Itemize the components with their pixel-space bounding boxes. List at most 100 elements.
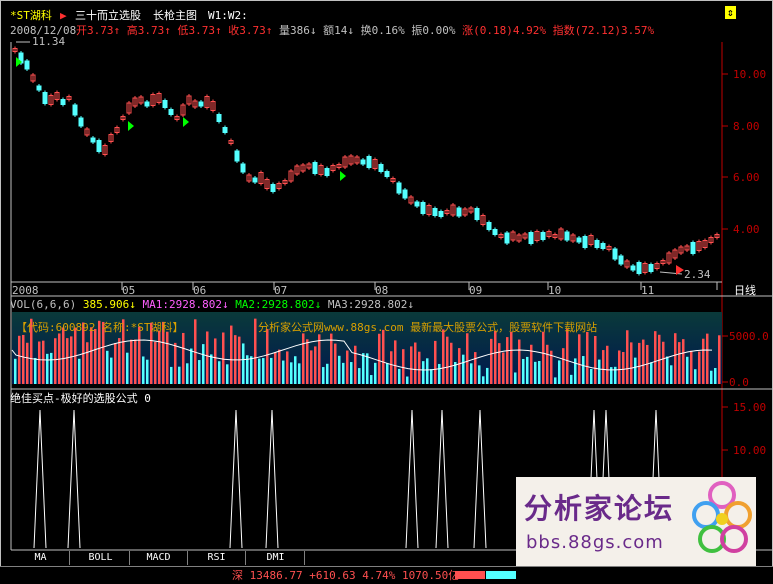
volume-bar — [70, 336, 73, 384]
volume-bar — [262, 358, 265, 384]
volume-bar — [626, 330, 629, 384]
candle — [612, 248, 618, 260]
volume-bar — [586, 331, 589, 384]
volume-bar — [42, 340, 45, 384]
volume-bar — [394, 340, 397, 384]
volume-bar — [370, 375, 373, 384]
volume-bar — [546, 344, 549, 384]
price-tick-3: 4.00 — [733, 223, 760, 236]
volume-bar — [386, 363, 389, 384]
period-label[interactable]: 日线 — [734, 284, 756, 297]
logo-url: bbs.88gs.com — [526, 532, 664, 553]
tab-rsi[interactable]: RSI — [188, 551, 246, 565]
candle — [144, 101, 150, 107]
candle — [312, 162, 318, 174]
volume-bar — [202, 344, 205, 384]
volume-bar — [590, 369, 593, 384]
volume-bar — [218, 361, 221, 384]
candle — [630, 265, 636, 271]
status-bar-red — [455, 571, 485, 579]
volume-bar — [374, 362, 377, 384]
volume-bar — [714, 368, 717, 384]
volume-bar — [190, 348, 193, 384]
volume-bar — [26, 342, 29, 384]
volume-bar — [670, 365, 673, 384]
candle — [576, 237, 582, 243]
volume-bar — [470, 363, 473, 384]
candle — [636, 262, 642, 274]
tab-boll[interactable]: BOLL — [72, 551, 130, 565]
price-tick-0: 10.00 — [733, 68, 767, 81]
volume-bar — [294, 356, 297, 384]
volume-bar — [158, 330, 161, 384]
candle — [168, 109, 174, 115]
volume-bar — [494, 330, 497, 384]
candle — [198, 101, 204, 107]
volume-bar — [466, 333, 469, 384]
volume-bar — [506, 337, 509, 384]
volume-bar — [638, 342, 641, 384]
tab-dmi[interactable]: DMI — [247, 551, 305, 565]
volume-bar — [118, 338, 121, 384]
volume-bar — [286, 351, 289, 384]
volume-bar — [254, 318, 257, 384]
candle — [648, 264, 654, 272]
volume-bar — [290, 362, 293, 384]
candle — [222, 127, 228, 133]
candle — [36, 85, 42, 91]
volume-bar — [446, 336, 449, 384]
candle — [162, 100, 168, 108]
volume-bar — [414, 342, 417, 384]
volume-bar — [498, 343, 501, 384]
volume-bar — [90, 327, 93, 384]
candle — [396, 182, 402, 194]
volume-bar — [166, 331, 169, 384]
candle — [492, 229, 498, 235]
volume-bar — [366, 353, 369, 384]
candle — [234, 150, 240, 162]
volume-bar — [566, 328, 569, 384]
volume-bar — [314, 346, 317, 384]
candle — [432, 208, 438, 216]
volume-bar — [582, 356, 585, 384]
volume-bar — [510, 331, 513, 384]
candle — [78, 117, 84, 127]
volume-tick-0: 5000.0 — [729, 330, 769, 343]
candle — [540, 232, 546, 240]
buy-arrow-icon-1 — [128, 121, 134, 131]
candle — [384, 171, 390, 177]
volume-bar — [558, 360, 561, 384]
candle — [378, 164, 384, 172]
tab-ma[interactable]: MA — [12, 551, 70, 565]
candle — [252, 177, 258, 183]
volume-bar — [570, 374, 573, 384]
candle — [216, 114, 222, 122]
candle — [600, 243, 606, 249]
volume-bar — [318, 334, 321, 384]
signal-spike-5 — [435, 409, 449, 549]
volume-bar — [462, 354, 465, 384]
volume-bar — [602, 350, 605, 384]
time-label-5: 09 — [469, 284, 483, 297]
volume-bar — [606, 345, 609, 384]
signal-tick-0: 15.00 — [733, 401, 767, 414]
volume-bar — [242, 343, 245, 384]
candle — [528, 232, 534, 244]
volume-bar — [490, 338, 493, 384]
volume-bar — [694, 369, 697, 384]
candle — [414, 201, 420, 207]
volume-bar — [594, 335, 597, 384]
tab-macd[interactable]: MACD — [130, 551, 188, 565]
volume-bar — [486, 367, 489, 384]
volume-bar — [350, 362, 353, 384]
volume-bar — [682, 339, 685, 384]
volume-bar — [326, 363, 329, 384]
volume-bar — [434, 340, 437, 384]
volume-bar — [406, 376, 409, 384]
candle — [324, 168, 330, 176]
volume-bar — [622, 352, 625, 384]
candle — [72, 104, 78, 116]
volume-bar — [442, 329, 445, 384]
volume-bar — [702, 338, 705, 384]
volume-bar — [278, 349, 281, 384]
